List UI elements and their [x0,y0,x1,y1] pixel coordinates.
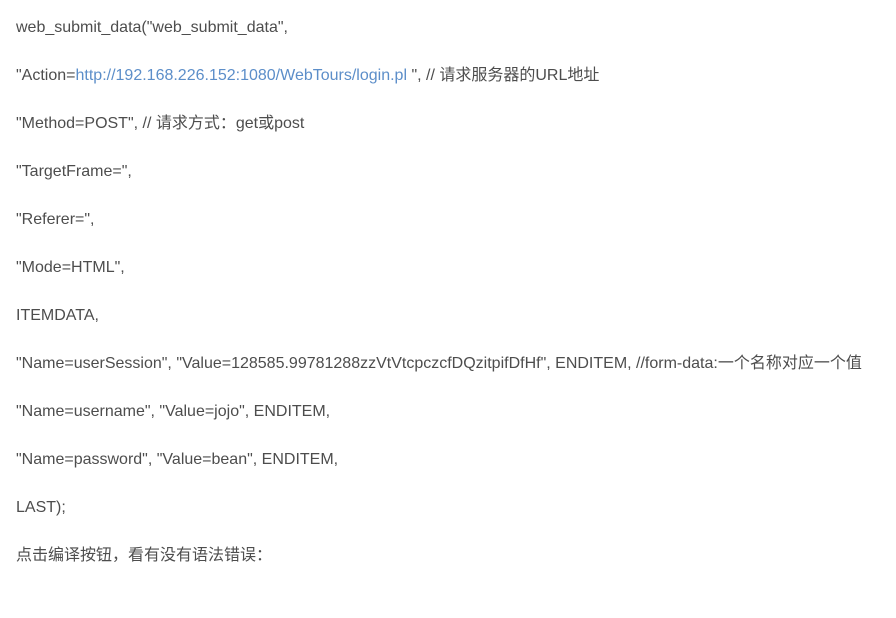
code-line-4: "TargetFrame=", [16,160,880,184]
instruction-text: 点击编译按钮，看有没有语法错误： [16,544,880,568]
code-line-1: web_submit_data("web_submit_data", [16,16,880,40]
code-line-9: "Name=username", "Value=jojo", ENDITEM, [16,400,880,424]
code-line-7: ITEMDATA, [16,304,880,328]
url-link[interactable]: http://192.168.226.152:1080/WebTours/log… [76,67,412,84]
code-line-8: "Name=userSession", "Value=128585.997812… [16,352,880,376]
code-line-10: "Name=password", "Value=bean", ENDITEM, [16,448,880,472]
code-text-action-prefix: "Action= [16,67,76,84]
code-line-6: "Mode=HTML", [16,256,880,280]
code-line-3: "Method=POST", // 请求方式：get或post [16,112,880,136]
code-line-2: "Action=http://192.168.226.152:1080/WebT… [16,64,880,88]
code-line-11: LAST); [16,496,880,520]
code-text-action-suffix: ", // 请求服务器的URL地址 [411,67,599,84]
code-line-5: "Referer=", [16,208,880,232]
